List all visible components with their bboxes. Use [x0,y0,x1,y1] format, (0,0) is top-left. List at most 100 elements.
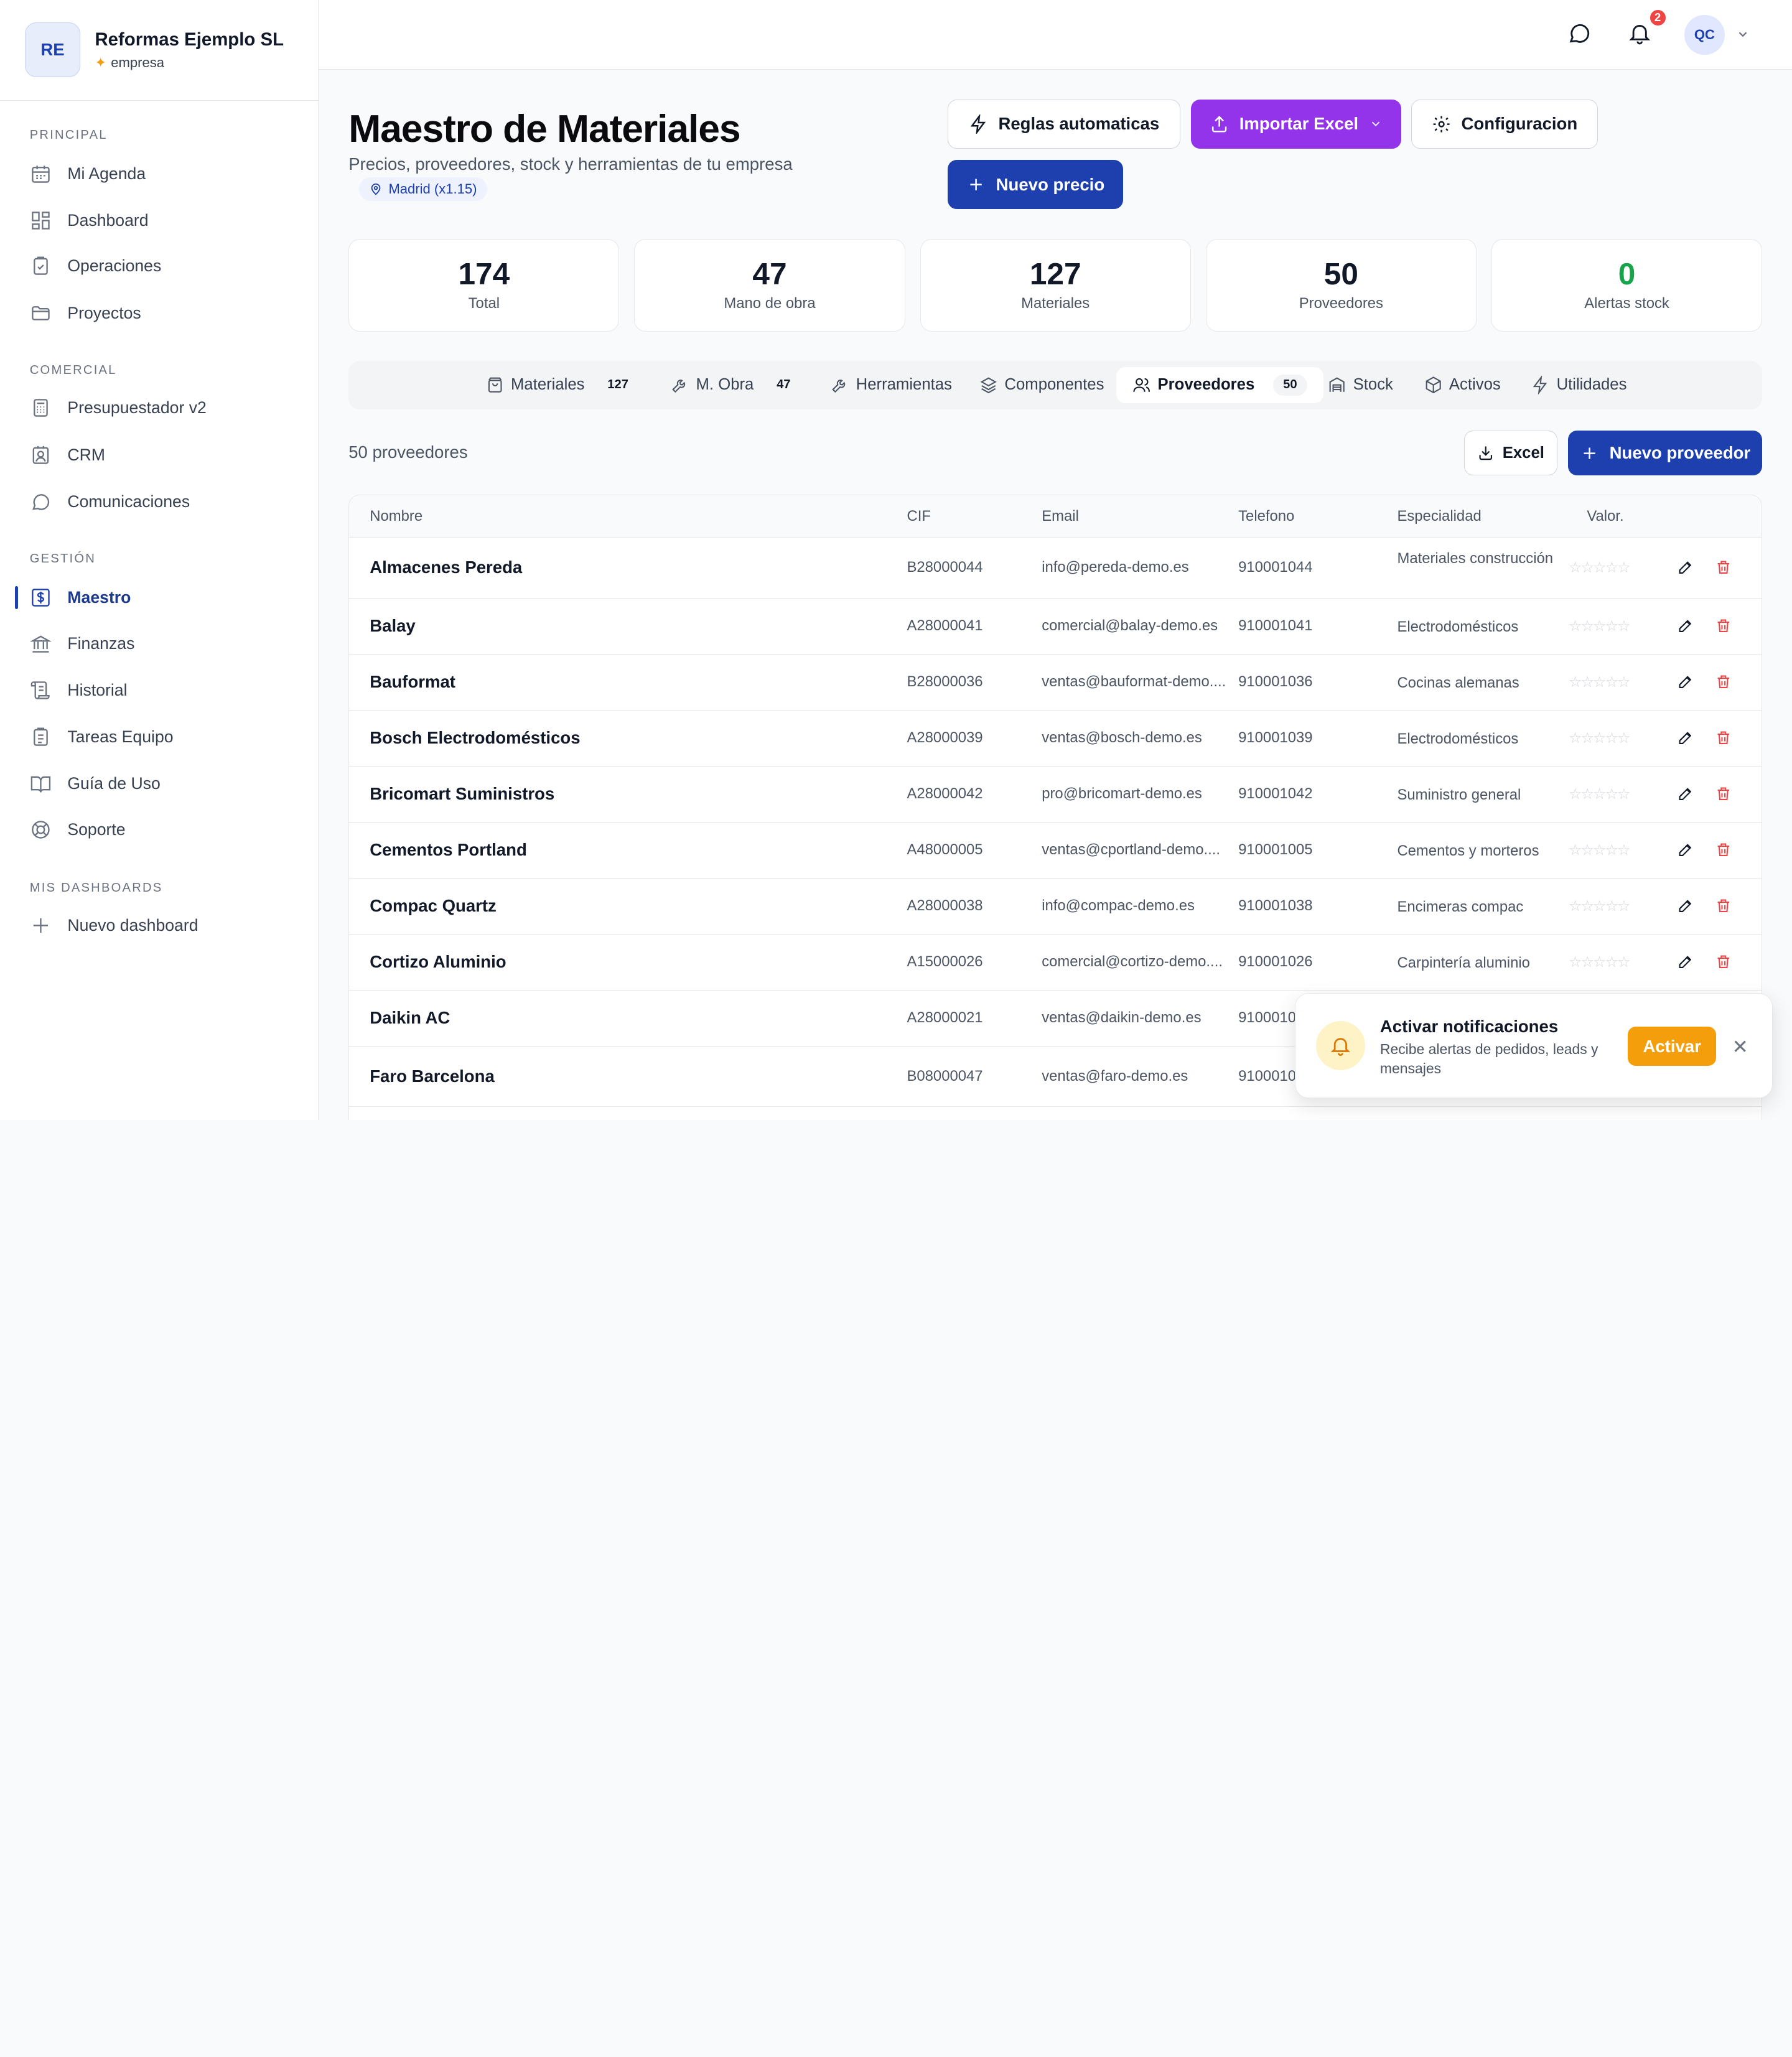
sidebar-item-mi-agenda[interactable]: Mi Agenda [0,154,318,193]
supplier-name: Balay [370,616,416,636]
rating-stars[interactable]: ☆☆☆☆☆ [1569,617,1631,635]
sidebar-item-historial[interactable]: Historial [0,671,318,709]
user-avatar[interactable]: QC [1684,14,1725,55]
sidebar-item-crm[interactable]: CRM [0,436,318,474]
table-row[interactable]: Cortizo Aluminio A15000026 comercial@corti… [349,935,1762,991]
table-row[interactable]: Bosch Electrodomésticos A28000039 ventas@b… [349,711,1762,767]
table-row[interactable]: Bricomart Suministros A28000042 pro@bricom… [349,767,1762,823]
chat-button[interactable] [1567,21,1594,48]
edit-icon[interactable] [1677,673,1695,691]
edit-icon[interactable] [1677,841,1695,859]
supplier-name: Bricomart Suministros [370,784,555,804]
close-icon[interactable]: ✕ [1732,1037,1748,1056]
rating-stars[interactable]: ☆☆☆☆☆ [1569,953,1631,971]
app-root: RE Reformas Ejemplo SL ✦ empresa PRINCIP… [0,0,1792,1120]
region-badge[interactable]: Madrid (x1.15) [358,177,487,202]
new-supplier-button[interactable]: Nuevo proveedor [1567,431,1763,476]
edit-icon[interactable] [1677,617,1695,635]
sidebar-item-comunicaciones[interactable]: Comunicaciones [0,482,318,521]
column-header-telefono[interactable]: Telefono [1238,508,1294,525]
export-excel-button[interactable]: Excel [1463,431,1558,476]
sidebar-item-maestro[interactable]: Maestro [0,578,318,617]
layers-icon [980,377,997,394]
table-row[interactable]: Balay A28000041 comercial@balay-demo.es 910… [349,599,1762,655]
tab-proveedores[interactable]: Proveedores 50 [1116,366,1323,404]
trash-icon[interactable] [1715,729,1733,747]
supplier-cif: B28000044 [907,559,983,576]
rating-stars[interactable]: ☆☆☆☆☆ [1569,673,1631,691]
trash-icon[interactable] [1715,673,1733,691]
tab-label: M. Obra [696,376,754,394]
column-header-nombre[interactable]: Nombre [370,508,422,525]
column-header-cif[interactable]: CIF [907,508,930,525]
trash-icon[interactable] [1715,785,1733,803]
table-row[interactable]: Compac Quartz A28000038 info@compac-demo.e… [349,879,1762,935]
rating-stars[interactable]: ☆☆☆☆☆ [1569,559,1631,577]
automatic-rules-button[interactable]: Reglas automaticas [947,99,1181,149]
chevron-down-icon [1371,121,1379,127]
column-header-email[interactable]: Email [1042,508,1079,525]
sidebar-item-label: Soporte [67,819,126,839]
sidebar-item-proyectos[interactable]: Proyectos [0,294,318,332]
rating-stars[interactable]: ☆☆☆☆☆ [1569,841,1631,859]
table-row[interactable]: Almacenes Pereda B28000044 info@pereda-dem… [349,538,1762,599]
page-subtitle: Precios, proveedores, stock y herramient… [348,154,793,174]
tab-stock[interactable]: Stock [1328,367,1393,404]
rating-stars[interactable]: ☆☆☆☆☆ [1569,785,1631,803]
active-indicator [14,586,19,609]
supplier-specialty: Carpintería aluminio [1397,954,1530,971]
trash-icon[interactable] [1715,897,1733,915]
import-excel-button[interactable]: Importar Excel [1190,99,1401,149]
sidebar-item-finanzas[interactable]: Finanzas [0,624,318,663]
trash-icon[interactable] [1715,841,1733,859]
supplier-phone: 910001036 [1238,673,1313,690]
chevron-down-icon[interactable] [1736,27,1750,41]
trash-icon[interactable] [1715,559,1733,577]
edit-icon[interactable] [1677,785,1695,803]
table-row[interactable]: Cementos Portland A48000005 ventas@cportla… [349,823,1762,879]
column-header-especialidad[interactable]: Especialidad [1397,508,1481,525]
stat-label: Proveedores [1299,295,1383,312]
new-price-button[interactable]: Nuevo precio [947,160,1124,210]
edit-icon[interactable] [1677,897,1695,915]
rating-stars[interactable]: ☆☆☆☆☆ [1569,897,1631,915]
sidebar-item-nuevo-dashboard[interactable]: Nuevo dashboard [0,907,318,945]
brand-header[interactable]: RE Reformas Ejemplo SL ✦ empresa [0,0,319,101]
supplier-cif: B08000047 [907,1067,983,1084]
plus-icon [33,918,48,933]
sidebar-item-guia-de-uso[interactable]: Guía de Uso [0,765,318,803]
sidebar-item-dashboard[interactable]: Dashboard [0,201,318,240]
rating-stars[interactable]: ☆☆☆☆☆ [1569,729,1631,747]
trash-icon[interactable] [1715,953,1733,971]
supplier-email: ventas@bauformat-demo.... [1042,673,1226,690]
tab-m-obra[interactable]: M. Obra 47 [671,367,791,404]
configuration-label: Configuracion [1461,114,1578,134]
trash-icon[interactable] [1715,617,1733,635]
supplier-name: Cementos Portland [370,840,527,860]
supplier-specialty: Suministro general [1397,786,1521,803]
supplier-specialty: Electrodomésticos [1397,730,1519,747]
stat-card-alertas-stock: 0 Alertas stock [1491,238,1763,332]
edit-icon[interactable] [1677,953,1695,971]
stat-value: 174 [458,256,510,291]
sidebar-item-presupuestador[interactable]: Presupuestador v2 [0,388,318,427]
edit-icon[interactable] [1677,559,1695,577]
tab-componentes[interactable]: Componentes [979,367,1104,404]
upload-icon [1211,115,1227,133]
edit-icon[interactable] [1677,729,1695,747]
sidebar-item-soporte[interactable]: Soporte [0,810,318,849]
sidebar-item-tareas-equipo[interactable]: Tareas Equipo [0,717,318,756]
table-row[interactable]: Bauformat B28000036 ventas@bauformat-demo.… [349,655,1762,711]
supplier-phone: 910001041 [1238,617,1313,634]
configuration-button[interactable]: Configuracion [1411,99,1598,149]
contact-icon [32,445,49,464]
chat-icon [1569,24,1590,43]
sidebar-item-operaciones[interactable]: Operaciones [0,247,318,286]
activate-notifications-button[interactable]: Activar [1628,1027,1716,1066]
bank-icon [29,635,52,653]
tab-activos[interactable]: Activos [1424,367,1501,404]
tab-materiales[interactable]: Materiales 127 [486,367,628,404]
tab-herramientas[interactable]: Herramientas [831,367,952,404]
tab-utilidades[interactable]: Utilidades [1531,367,1626,404]
column-header-valoracion[interactable]: Valor. [1587,508,1623,525]
